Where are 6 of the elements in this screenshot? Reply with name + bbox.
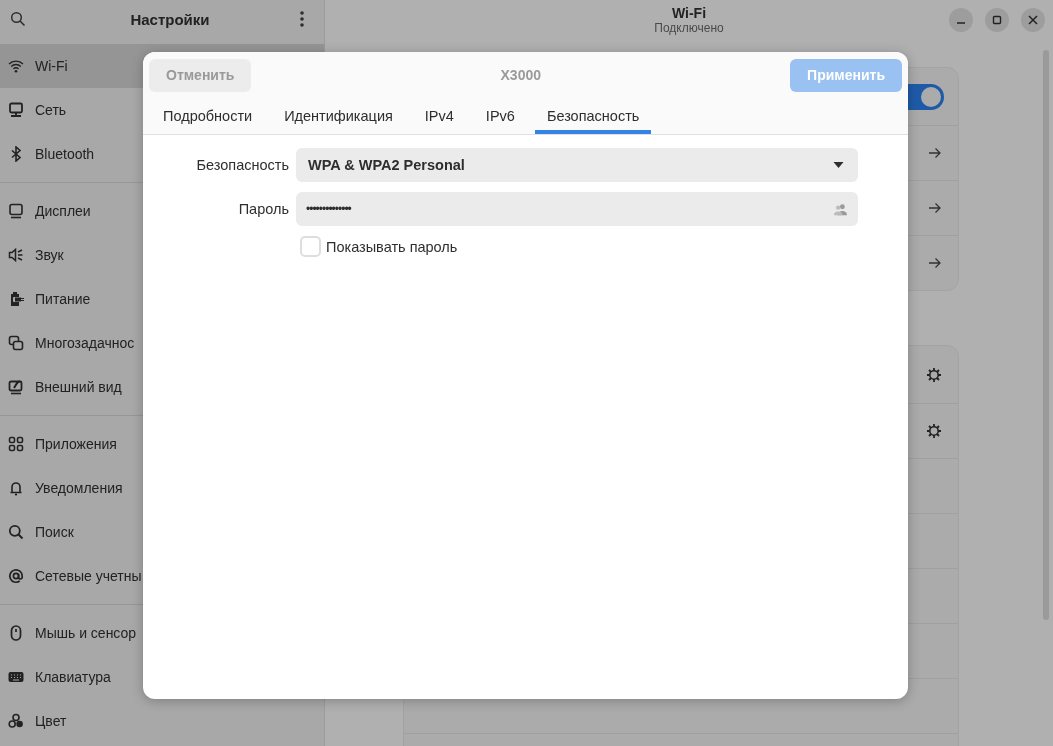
dialog-title: X3000: [500, 67, 541, 83]
sidebar-title: Настройки: [129, 10, 211, 28]
security-label: Безопасность: [195, 157, 289, 173]
password-label: Пароль: [237, 201, 289, 217]
window-title: Wi-Fi: [671, 5, 707, 21]
window-subtitle: Подключено: [654, 21, 724, 35]
